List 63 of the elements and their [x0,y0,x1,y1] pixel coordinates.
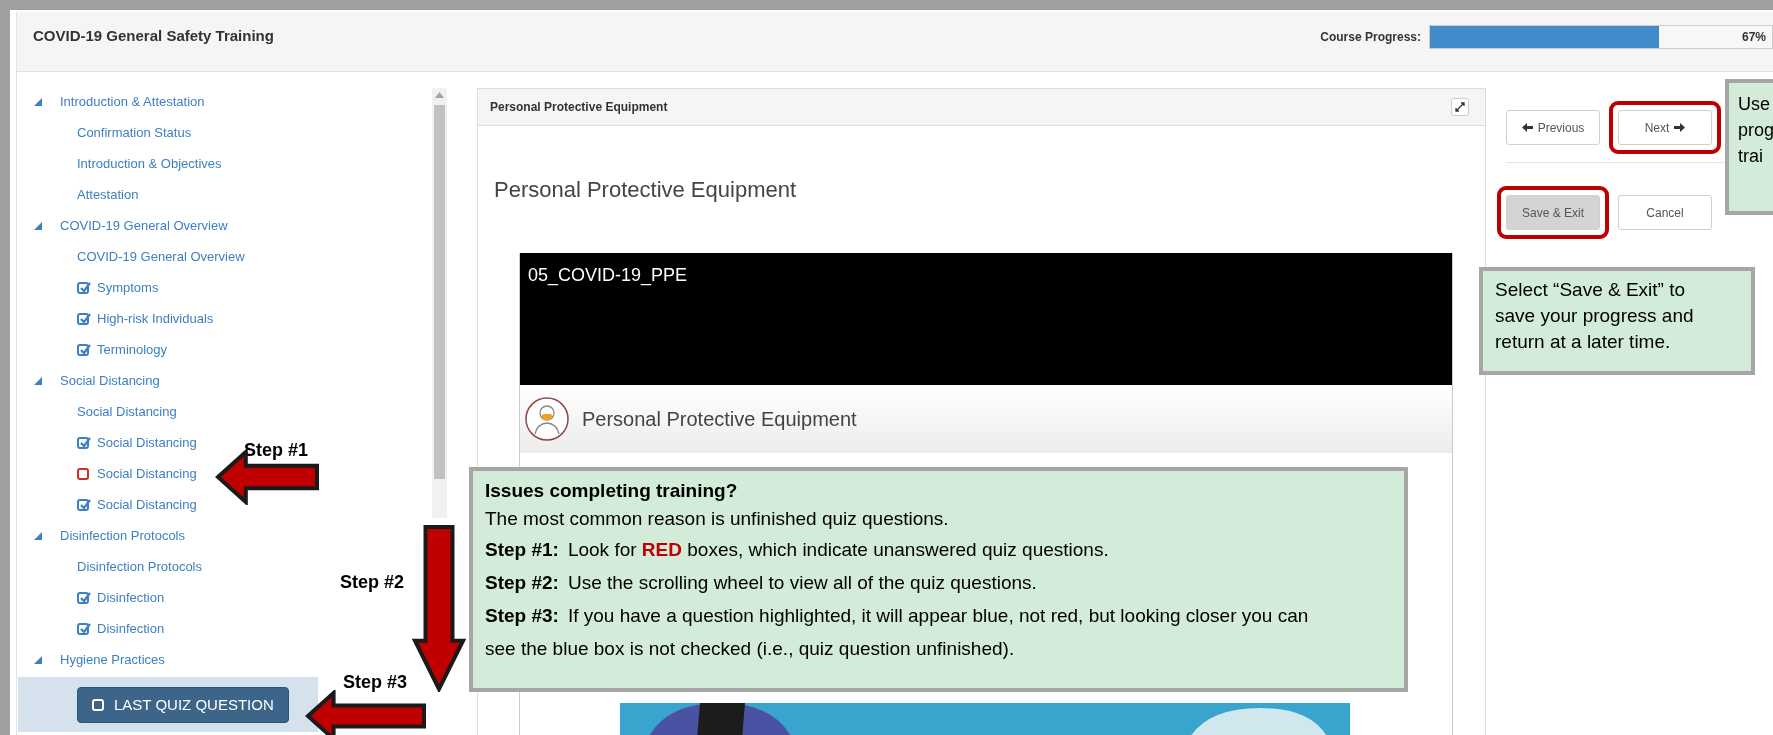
step-instruction: Step #2: Use the scrolling wheel to view all of the quiz questions. [485,571,1038,595]
nav-button[interactable]: Previous [1506,110,1600,145]
callout-text: Select “Save & Exit” to save your progress and return at a later time. [1495,278,1695,354]
page-heading: Personal Protective Equipment [494,179,798,201]
checked-box-icon[interactable] [77,281,91,294]
nav-button[interactable]: Cancel [1618,195,1712,230]
quiz-link[interactable]: High-risk Individuals [97,311,214,326]
callout-text: prog [1738,119,1773,142]
section-link[interactable]: Introduction & Attestation [60,94,205,109]
page-link[interactable]: Introduction & Objectives [77,156,222,171]
collapse-icon[interactable] [34,655,42,664]
callout-text: The most common reason is unfinished quiz questions. [485,507,950,531]
scroll-up-icon[interactable] [435,92,444,98]
quiz-link[interactable]: Social Distancing [97,466,197,481]
section-link[interactable]: Disinfection Protocols [60,528,185,543]
quiz-link[interactable]: Social Distancing [97,497,197,512]
collapse-icon[interactable] [34,97,42,106]
checked-box-icon[interactable] [77,591,91,604]
nav-button[interactable]: Save & Exit [1506,195,1600,230]
checkbox-icon[interactable] [77,467,91,480]
section-link[interactable]: Social Distancing [60,373,160,388]
step-label: Step #1 [244,440,309,461]
step-label: Step #3 [343,672,408,693]
checkbox-icon[interactable] [92,698,106,711]
callout-text: Use [1738,93,1771,116]
panel-title: Personal Protective Equipment [490,100,668,114]
quiz-link[interactable]: Disinfection [97,621,165,636]
page-link[interactable]: Confirmation Status [77,125,192,140]
checked-box-icon[interactable] [77,622,91,635]
course-title: COVID-19 General Safety Training [33,27,274,44]
slide-title: Personal Protective Equipment [582,407,857,431]
right-arrow-icon [1674,123,1686,132]
checked-box-icon[interactable] [77,343,91,356]
step-label: Step #2 [340,572,405,593]
left-arrow-icon [1521,123,1533,132]
expand-icon[interactable] [1451,98,1469,116]
nav-button[interactable]: Next [1618,110,1712,145]
progress-label: Course Progress: [1320,30,1421,44]
page-link[interactable]: Attestation [77,187,139,202]
quiz-link[interactable]: Symptoms [97,280,159,295]
quiz-item-button[interactable]: LAST QUIZ QUESTION [77,686,289,723]
step-instruction: Step #1: Look for RED boxes, which indicate unanswered quiz questions. [485,538,1110,562]
masked-person-icon [524,396,570,442]
checked-box-icon[interactable] [77,498,91,511]
video-title: 05_COVID-19_PPE [528,265,688,285]
checked-box-icon[interactable] [77,436,91,449]
quiz-link[interactable]: Disinfection [97,590,165,605]
section-link[interactable]: Hygiene Practices [60,652,165,667]
quiz-link[interactable]: Social Distancing [97,435,197,450]
collapse-icon[interactable] [34,376,42,385]
callout-text: trai [1738,145,1764,168]
collapse-icon[interactable] [34,531,42,540]
progress-reading: 67% [1741,30,1766,44]
section-link[interactable]: COVID-19 General Overview [60,218,228,233]
page-link[interactable]: Disinfection Protocols [77,559,202,574]
page-link[interactable]: Social Distancing [77,404,177,419]
step-instruction: Step #3: If you have a question highlighted, it will appear blue, not red, but looking closer you can see the blue box is not checked (i.e., quiz question unfinished). [485,604,1310,661]
callout-title: Issues completing training? [485,479,739,503]
quiz-link[interactable]: Terminology [97,342,168,357]
checked-box-icon[interactable] [77,312,91,325]
collapse-icon[interactable] [34,221,42,230]
scrollbar[interactable] [432,88,447,518]
page-link[interactable]: COVID-19 General Overview [77,249,245,264]
